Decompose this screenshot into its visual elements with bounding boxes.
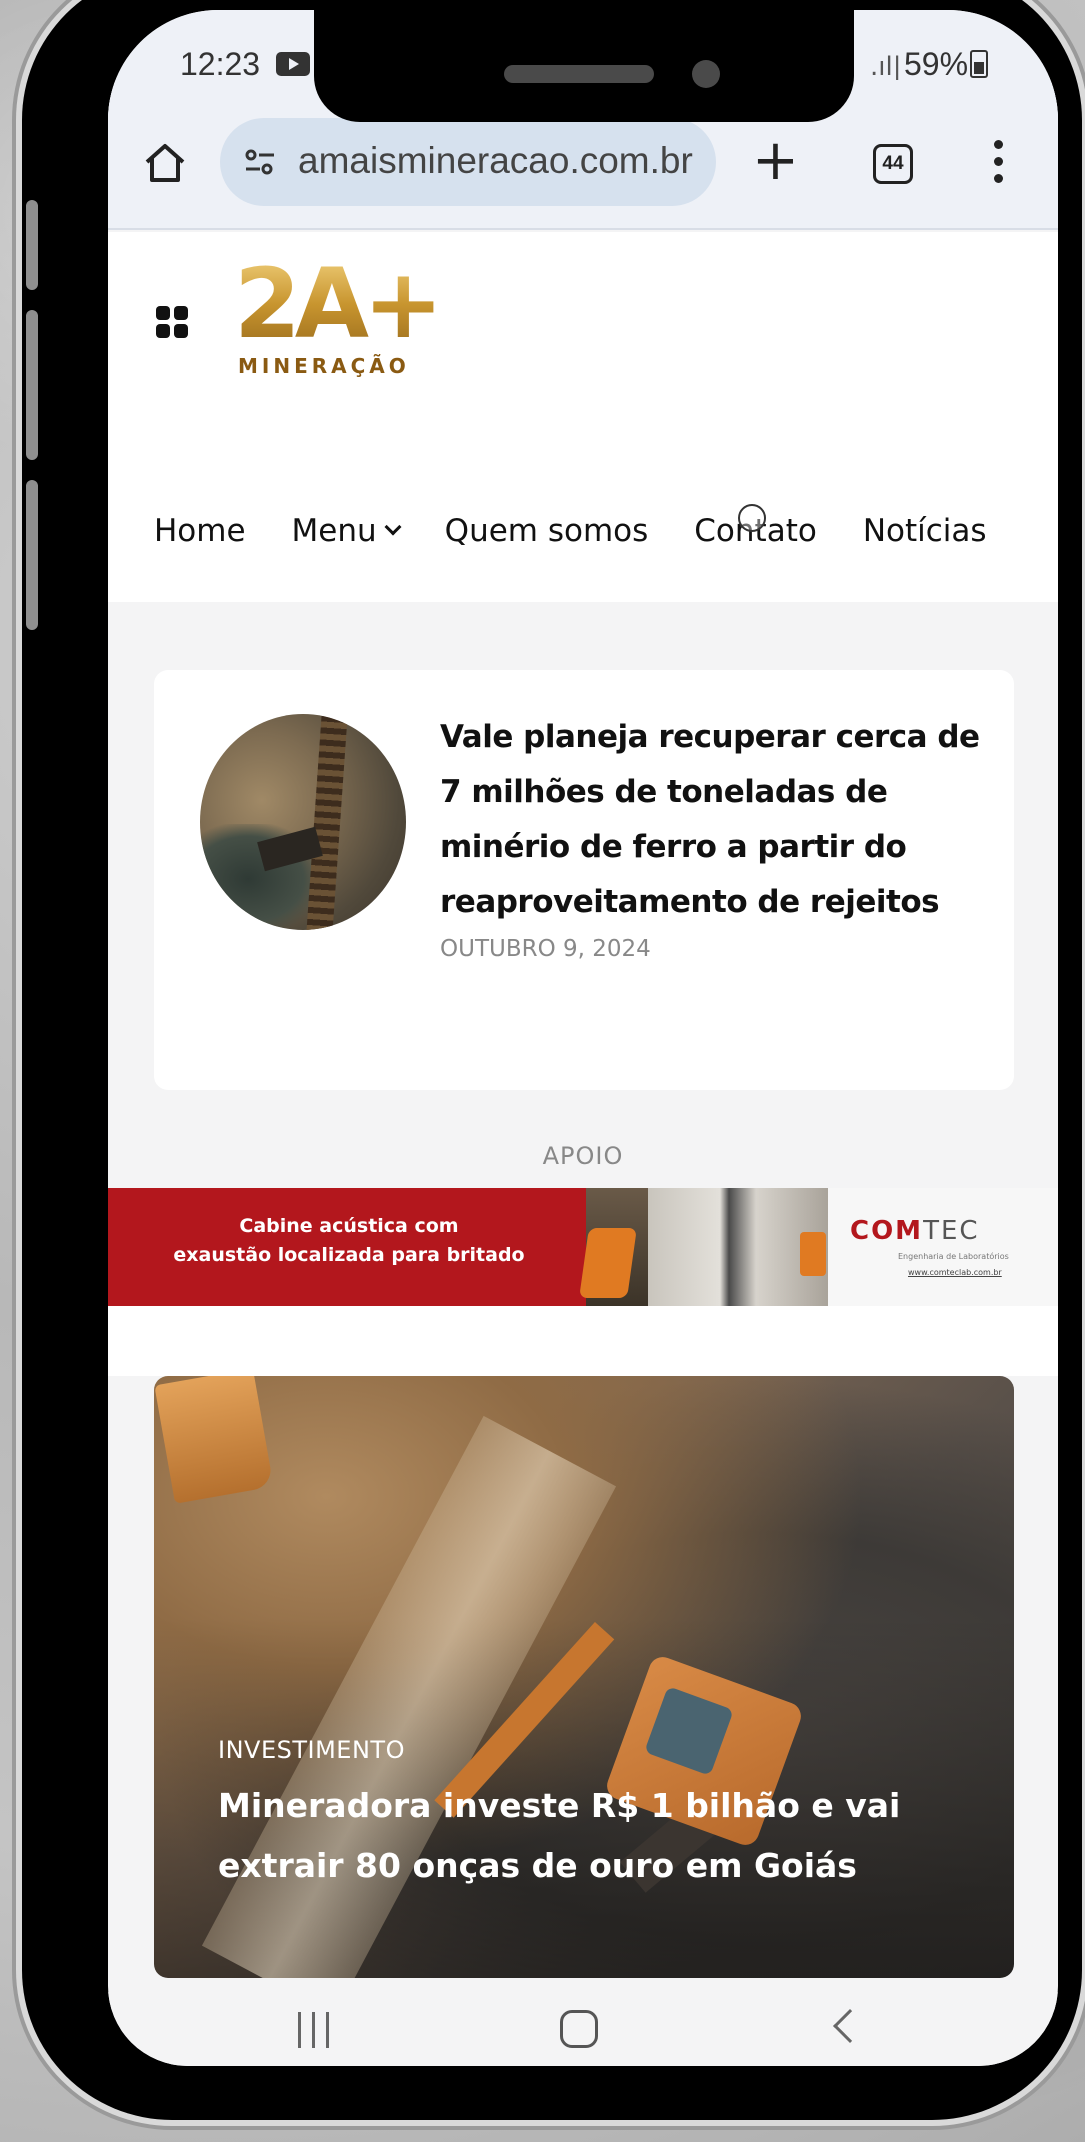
notch-speaker <box>504 65 654 83</box>
ad-brand-logo: COMTEC <box>850 1216 980 1246</box>
nav-quem-somos[interactable]: Quem somos <box>445 506 649 556</box>
ad-brand-com: COM <box>850 1216 924 1246</box>
ad-banner[interactable]: Cabine acústica com exaustão localizada … <box>108 1188 1058 1306</box>
apoio-label: APOIO <box>542 1142 624 1170</box>
ad-text-line: exaustão localizada para britado <box>173 1244 525 1266</box>
logo-mark: 2A+ <box>234 248 444 360</box>
section-spacer <box>108 1306 1058 1376</box>
phone-frame: 12:23 .ıl| 59% amaismineracao.com.br + 4… <box>22 0 1082 2120</box>
status-time: 12:23 <box>180 46 261 82</box>
feature-image-detail <box>154 1376 274 1504</box>
article-thumbnail[interactable] <box>200 714 406 930</box>
battery-icon <box>970 50 988 78</box>
system-nav-bar <box>108 1992 1058 2066</box>
ad-brand-tec: TEC <box>923 1216 980 1246</box>
youtube-icon <box>276 52 310 76</box>
nav-menu[interactable]: Menu <box>291 506 402 556</box>
logo-subtitle: MINERAÇÃO <box>238 354 410 378</box>
phone-volume-button <box>26 310 38 460</box>
battery-percentage: 59% <box>904 46 969 82</box>
site-logo[interactable]: 2A+ MINERAÇÃO <box>234 254 444 384</box>
ad-text-line: Cabine acústica com <box>239 1215 459 1237</box>
phone-notch <box>314 10 854 122</box>
nav-home[interactable]: Home <box>154 506 246 556</box>
ad-photo-detail <box>579 1228 637 1298</box>
home-icon[interactable] <box>142 140 188 186</box>
nav-noticias[interactable]: Notícias <box>863 506 987 556</box>
ad-subline: Engenharia de Laboratórios <box>898 1252 1009 1261</box>
signal-icon: .ıl| <box>870 52 902 82</box>
back-icon[interactable] <box>833 2009 867 2043</box>
tune-icon[interactable] <box>242 144 278 180</box>
grid-menu-icon[interactable] <box>156 306 190 340</box>
phone-screen: 12:23 .ıl| 59% amaismineracao.com.br + 4… <box>108 10 1058 2066</box>
article-card[interactable]: Vale planeja recuperar cerca de 7 milhõe… <box>154 670 1014 1090</box>
recents-icon[interactable] <box>294 2012 334 2048</box>
address-bar[interactable]: amaismineracao.com.br <box>220 118 716 206</box>
nav-menu-label: Menu <box>291 513 377 549</box>
ad-url: www.comteclab.com.br <box>908 1268 1002 1277</box>
kebab-menu-icon[interactable] <box>994 140 1004 186</box>
feature-category[interactable]: INVESTIMENTO <box>218 1736 405 1764</box>
phone-side-button <box>26 200 38 290</box>
notch-camera <box>692 60 720 88</box>
ad-text: Cabine acústica com exaustão localizada … <box>108 1212 590 1270</box>
tabs-icon[interactable]: 44 <box>873 144 913 184</box>
main-nav: Home Menu Quem somos Contato Notícias <box>154 506 1033 556</box>
home-button-icon[interactable] <box>560 2010 598 2048</box>
site-header: 2A+ MINERAÇÃO Home Menu Quem somos Conta… <box>108 232 1058 602</box>
feature-article-card[interactable]: INVESTIMENTO Mineradora investe R$ 1 bil… <box>154 1376 1014 1978</box>
article-title[interactable]: Vale planeja recuperar cerca de 7 milhõe… <box>440 710 980 930</box>
feature-title[interactable]: Mineradora investe R$ 1 bilhão e vai ext… <box>218 1776 958 1896</box>
phone-volume-button <box>26 480 38 630</box>
article-date: OUTUBRO 9, 2024 <box>440 936 651 962</box>
plus-icon[interactable]: + <box>752 133 799 189</box>
chevron-down-icon <box>384 518 402 536</box>
ad-photo-detail <box>800 1232 826 1276</box>
touch-indicator <box>738 504 766 532</box>
url-text: amaismineracao.com.br <box>298 140 693 181</box>
